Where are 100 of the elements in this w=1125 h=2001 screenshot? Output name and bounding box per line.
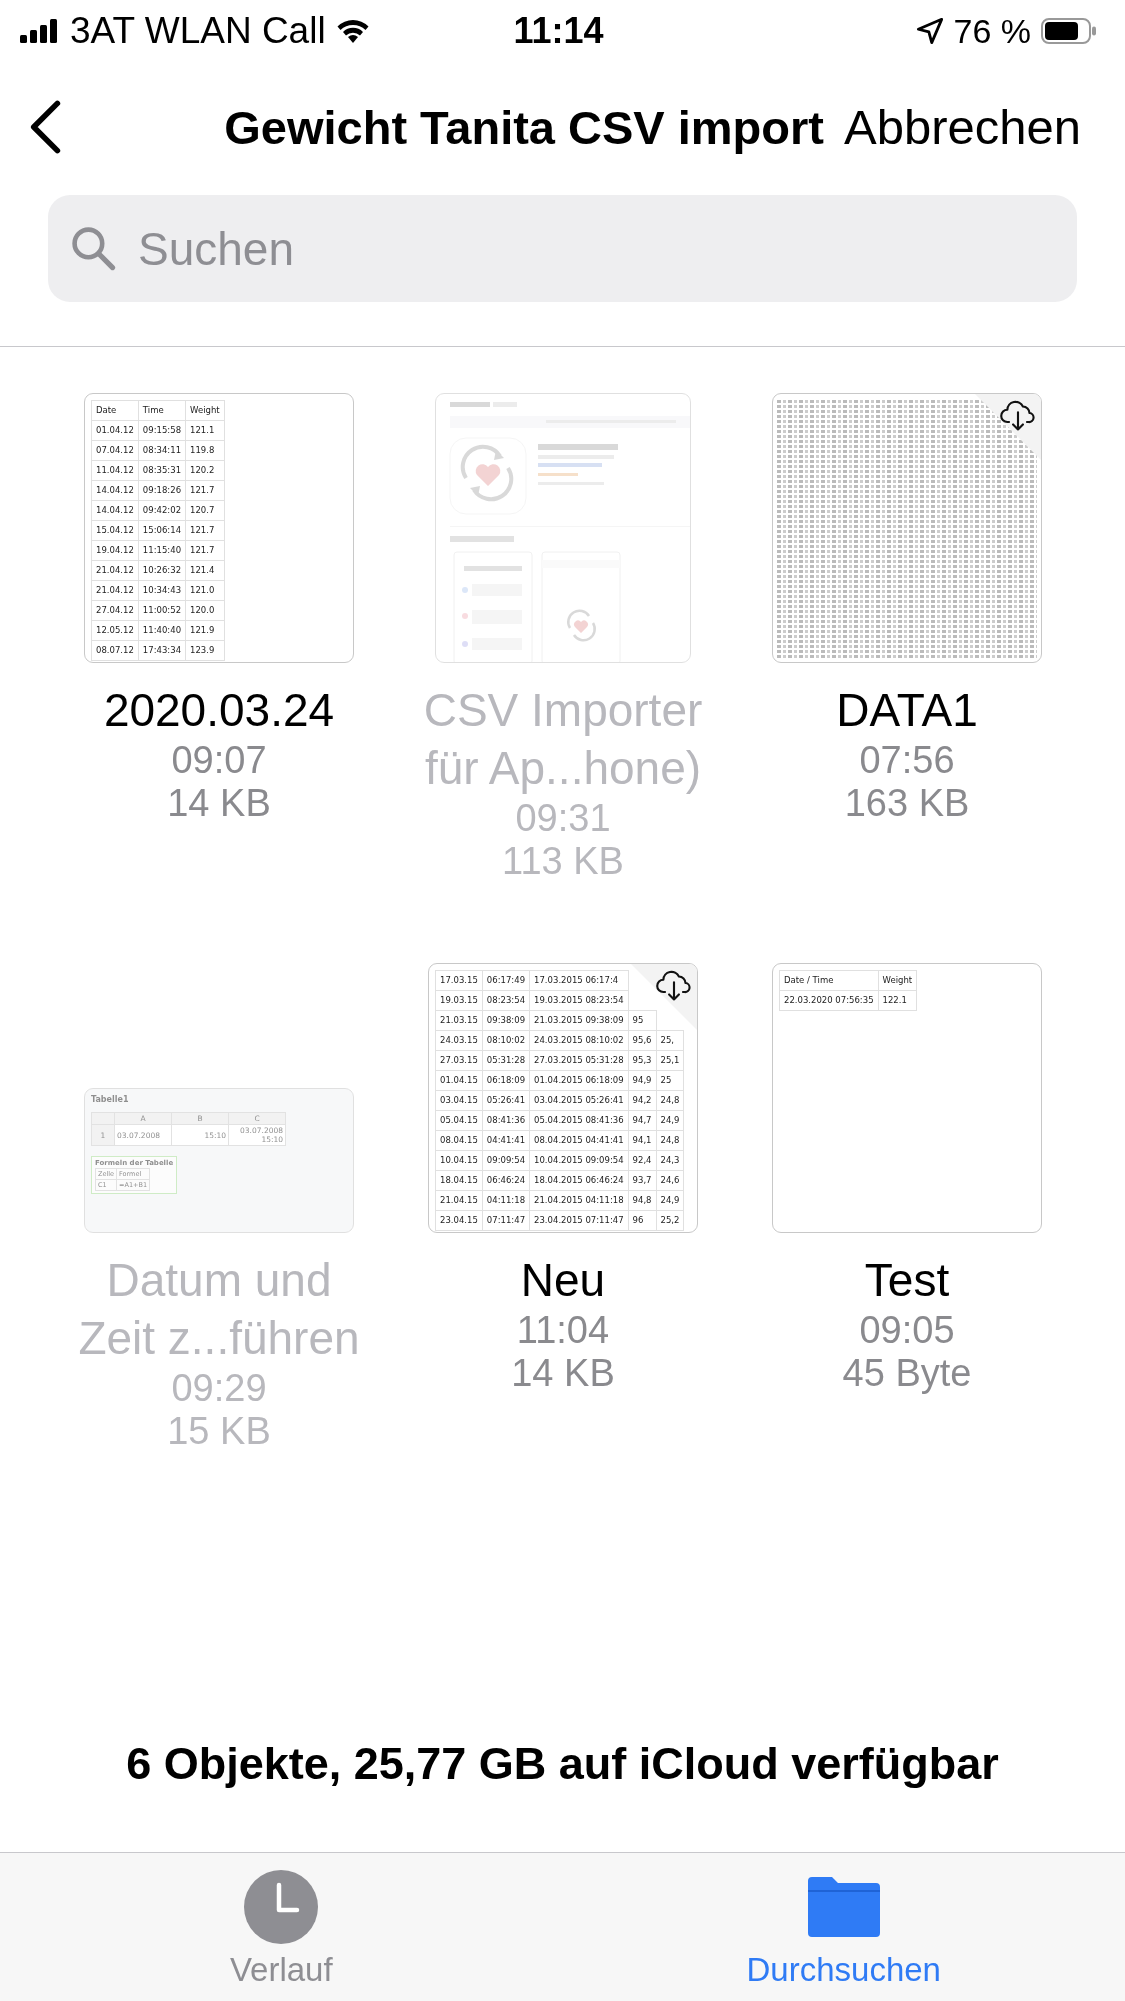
- table-cell: 07:11:47: [482, 1210, 530, 1231]
- table-cell: 17.03.2015 06:17:4: [529, 970, 629, 991]
- table-cell: 01.04.2015 06:18:09: [529, 1070, 629, 1091]
- table-cell: 21.04.2015 04:11:18: [529, 1190, 629, 1211]
- table-cell: 08.04.15: [435, 1130, 483, 1151]
- table-cell: 121.9: [185, 620, 225, 641]
- table-cell: 05:31:28: [482, 1050, 530, 1071]
- file-name[interactable]: DATA1: [836, 681, 978, 739]
- search-field[interactable]: Suchen: [48, 195, 1077, 302]
- table-cell: 06:46:24: [482, 1170, 530, 1191]
- table-cell: 121.4: [185, 560, 225, 581]
- sheet-name: Tabelle1: [91, 1095, 130, 1104]
- table-cell: 11:00:52: [138, 600, 186, 621]
- table-cell: 24,8: [656, 1130, 684, 1151]
- cloud-download-icon[interactable]: [656, 969, 692, 1002]
- table-cell: 27.03.2015 05:31:28: [529, 1050, 629, 1071]
- table-cell: 18.04.15: [435, 1170, 483, 1191]
- table-cell: 19.03.2015 08:23:54: [529, 990, 629, 1011]
- file-time: 09:07: [171, 739, 267, 782]
- table-cell: 25: [656, 1070, 684, 1091]
- location-arrow-icon: [915, 17, 944, 45]
- file-name[interactable]: Neu: [520, 1251, 606, 1309]
- table-cell: 08.04.2015 04:41:41: [529, 1130, 629, 1151]
- table-cell: 19.04.12: [91, 540, 139, 561]
- table-cell: 93,7: [628, 1170, 657, 1191]
- table-cell: 18.04.2015 06:46:24: [529, 1170, 629, 1191]
- table-cell: 25,1: [656, 1050, 684, 1071]
- table-cell: 08:34:11: [138, 440, 186, 461]
- table-cell: 95,3: [628, 1050, 657, 1071]
- table-cell: 23.04.2015 07:11:47: [529, 1210, 629, 1231]
- spreadsheet-thumbnail[interactable]: Date / Time Weight 22.03.2020 07:56:35 122.1: [772, 963, 1042, 1233]
- spreadsheet-thumbnail[interactable]: [84, 393, 354, 663]
- table-cell: 04:11:18: [482, 1190, 530, 1211]
- table-cell: 123.9: [185, 640, 225, 661]
- battery-icon: [1041, 18, 1097, 44]
- back-chevron-icon[interactable]: [28, 100, 62, 154]
- table-cell: 21.04.12: [91, 580, 139, 601]
- file-size: 45 Byte: [842, 1352, 972, 1395]
- table-cell: 14.04.12: [91, 480, 139, 501]
- file-size: 14 KB: [511, 1352, 615, 1395]
- table-cell: 94,1: [628, 1130, 657, 1151]
- table-cell: 09:18:26: [138, 480, 186, 501]
- table-cell: 96: [628, 1210, 657, 1231]
- table-cell: 15:06:14: [138, 520, 186, 541]
- table-cell: 03.04.15: [435, 1090, 483, 1111]
- folder-title: Gewicht Tanita CSV import: [223, 99, 824, 155]
- table-cell: 09:38:09: [482, 1010, 530, 1031]
- table-cell: 09:15:58: [138, 420, 186, 441]
- table-cell: 24.03.2015 08:10:02: [529, 1030, 629, 1051]
- table-cell: 120.0: [185, 600, 225, 621]
- table-cell: 23.04.15: [435, 1210, 483, 1231]
- table-cell: 08:10:02: [482, 1030, 530, 1051]
- table-cell: 21.04.15: [435, 1190, 483, 1211]
- table-cell: 17.03.15: [435, 970, 483, 991]
- tab[interactable]: Durchsuchen: [562, 1853, 1125, 2001]
- table-cell: Weight: [185, 400, 225, 421]
- clock-time: 11:14: [513, 10, 604, 52]
- table-cell: 94,8: [628, 1190, 657, 1211]
- file-size: 113 KB: [502, 840, 624, 883]
- table-cell: 07.04.12: [91, 440, 139, 461]
- table-cell: Weight: [878, 970, 917, 991]
- table-cell: 09:42:02: [138, 500, 186, 521]
- carrier-name: 3AT WLAN Call: [70, 10, 326, 52]
- table-cell: 06:17:49: [482, 970, 530, 991]
- table-cell: 08:23:54: [482, 990, 530, 1011]
- table-cell: 92,4: [628, 1150, 657, 1171]
- table-cell: 05.04.2015 08:41:36: [529, 1110, 629, 1131]
- table-cell: 121.7: [185, 540, 225, 561]
- table-cell: 27.04.12: [91, 600, 139, 621]
- table-cell: 24,3: [656, 1150, 684, 1171]
- spreadsheet-thumbnail[interactable]: [428, 963, 698, 1233]
- table-cell: 120.2: [185, 460, 225, 481]
- table-cell: Date: [91, 400, 139, 421]
- table-cell: 24.03.15: [435, 1030, 483, 1051]
- search-icon: [70, 225, 116, 271]
- table-cell: 95,6: [628, 1030, 657, 1051]
- file-name[interactable]: Test: [864, 1251, 950, 1309]
- table-cell: 21.04.12: [91, 560, 139, 581]
- table-cell: 121.7: [185, 480, 225, 501]
- file-time: 09:31: [515, 797, 611, 840]
- table-cell: 12.05.12: [91, 620, 139, 641]
- table-cell: 05:26:41: [482, 1090, 530, 1111]
- file-time: 11:04: [516, 1309, 610, 1352]
- table-cell: Time: [138, 400, 186, 421]
- table-cell: 03.04.2015 05:26:41: [529, 1090, 629, 1111]
- table-cell: 21.03.15: [435, 1010, 483, 1031]
- cloud-download-icon[interactable]: [1000, 399, 1036, 432]
- table-cell: 22.03.2020 07:56:35: [779, 990, 879, 1011]
- table-cell: 10.04.2015 09:09:54: [529, 1150, 629, 1171]
- table-cell: 14.04.12: [91, 500, 139, 521]
- file-name[interactable]: 2020.03.24: [103, 681, 335, 739]
- table-cell: 121.7: [185, 520, 225, 541]
- cancel-button[interactable]: Abbrechen: [844, 99, 1081, 155]
- table-cell: 121.0: [185, 580, 225, 601]
- table-cell: 17:43:34: [138, 640, 186, 661]
- battery-percent: 76 %: [953, 11, 1031, 51]
- table-cell: 05.04.15: [435, 1110, 483, 1131]
- table-cell: 25,: [656, 1030, 684, 1051]
- clock-icon: [243, 1869, 320, 1945]
- file-time: 09:29: [171, 1367, 267, 1410]
